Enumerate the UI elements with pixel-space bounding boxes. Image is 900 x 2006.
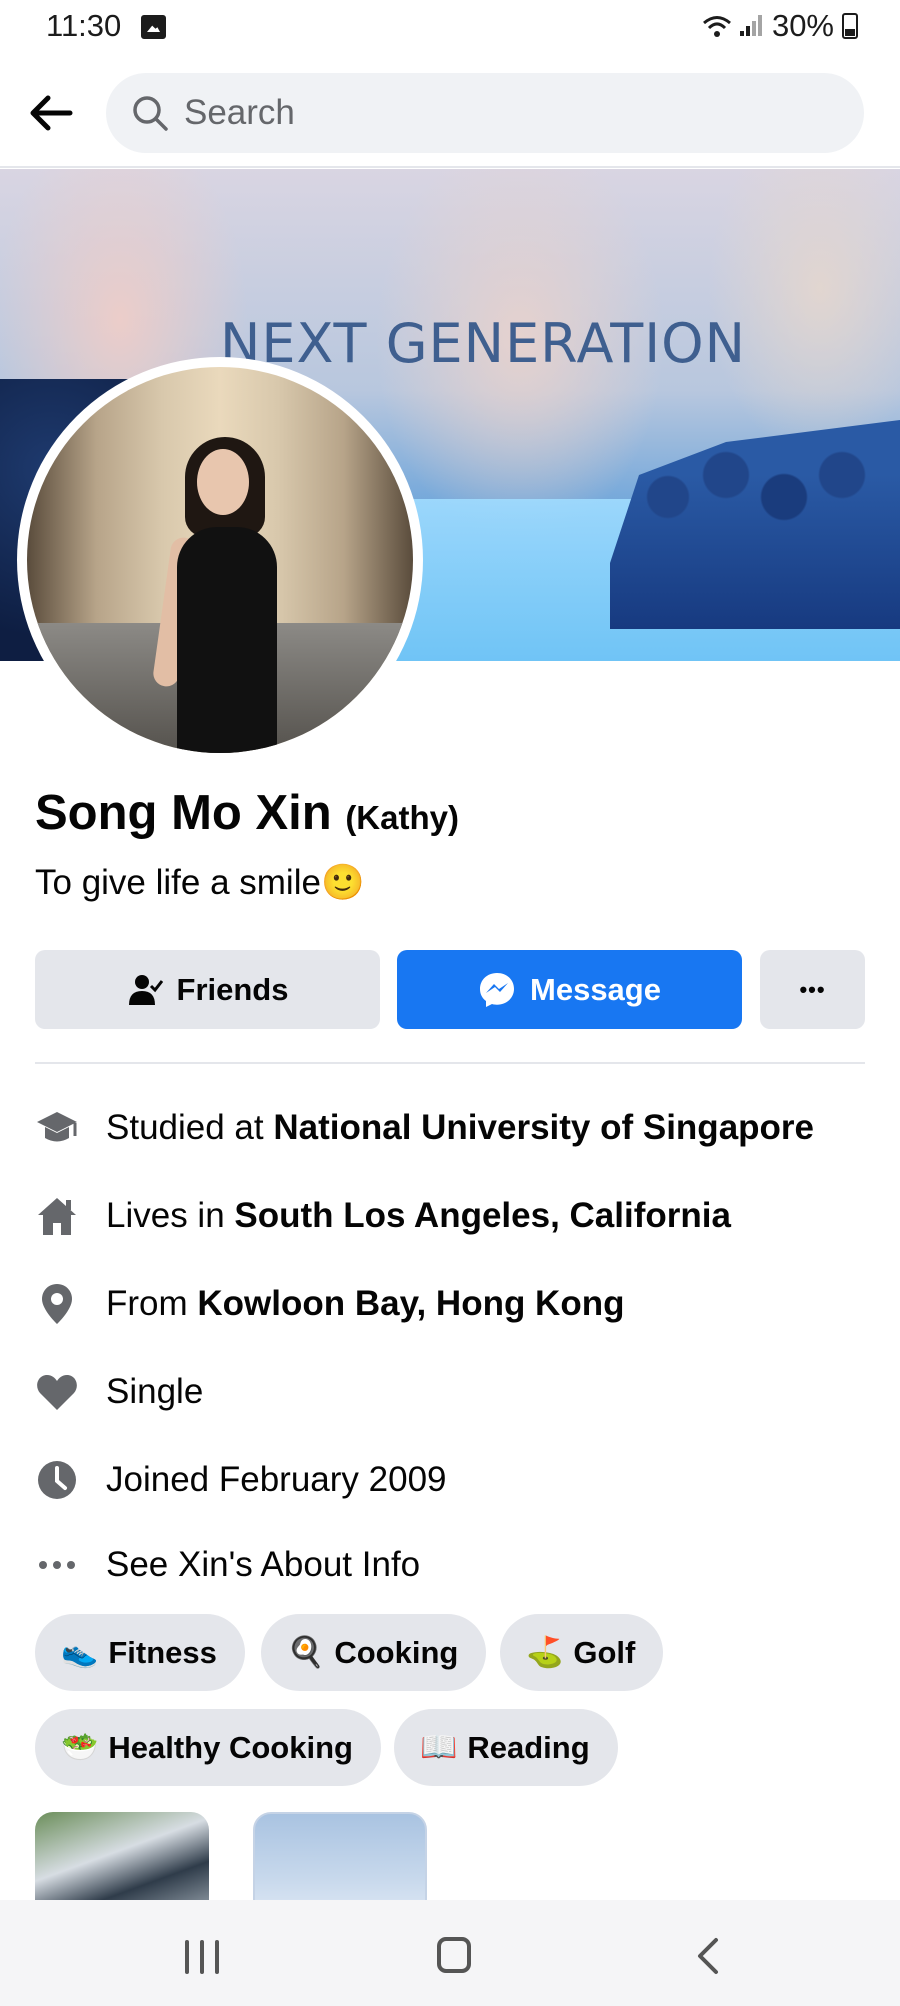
- profile-name: Song Mo Xin (Kathy): [35, 785, 459, 841]
- detail-lives-in[interactable]: Lives in South Los Angeles, California: [0, 1186, 900, 1246]
- book-icon: 📖: [420, 1730, 458, 1765]
- detail-joined[interactable]: Joined February 2009: [0, 1450, 900, 1510]
- interest-chip-reading[interactable]: 📖 Reading: [394, 1709, 618, 1786]
- profile-nickname: (Kathy): [345, 799, 459, 836]
- profile-bio: To give life a smile🙂: [35, 863, 365, 902]
- interest-label: Fitness: [108, 1634, 217, 1670]
- wifi-icon: [702, 16, 731, 37]
- more-options-button[interactable]: •••: [760, 950, 865, 1029]
- detail-joined-text: Joined February 2009: [106, 1460, 447, 1499]
- golf-flag-icon: ⛳: [526, 1635, 564, 1670]
- detail-from[interactable]: From Kowloon Bay, Hong Kong: [0, 1274, 900, 1334]
- graduation-cap-icon: [34, 1105, 80, 1151]
- detail-relationship[interactable]: Single: [0, 1362, 900, 1422]
- cover-audience-right: [610, 420, 900, 629]
- friends-button[interactable]: Friends: [35, 950, 380, 1029]
- message-button-label: Message: [530, 971, 661, 1007]
- frying-pan-icon: 🍳: [287, 1635, 325, 1670]
- battery-icon: [842, 13, 858, 39]
- status-time: 11:30: [46, 8, 122, 43]
- detail-relationship-text: Single: [106, 1372, 204, 1411]
- cover-title: NEXT GENERATION: [220, 312, 747, 375]
- gallery-notification-icon: [141, 15, 166, 39]
- detail-education[interactable]: Studied at National University of Singap…: [0, 1098, 900, 1158]
- salad-icon: 🥗: [61, 1730, 99, 1765]
- status-bar: 11:30 30%: [0, 0, 900, 56]
- interest-label: Reading: [467, 1729, 590, 1765]
- see-about-info[interactable]: See Xin's About Info: [0, 1535, 900, 1595]
- interest-label: Golf: [573, 1634, 636, 1670]
- clock-icon: [34, 1457, 80, 1503]
- interest-chip-cooking[interactable]: 🍳 Cooking: [261, 1614, 487, 1691]
- detail-lives-in-text: Lives in South Los Angeles, California: [106, 1196, 731, 1235]
- signal-icon: [739, 14, 764, 38]
- interest-label: Healthy Cooking: [108, 1729, 353, 1765]
- sneaker-icon: 👟: [61, 1635, 99, 1670]
- detail-from-text: From Kowloon Bay, Hong Kong: [106, 1284, 625, 1323]
- back-arrow-icon[interactable]: [26, 88, 76, 138]
- messenger-icon: [480, 972, 515, 1007]
- nav-back-icon[interactable]: [690, 1936, 730, 1976]
- friends-icon: [128, 974, 163, 1005]
- interest-chip-golf[interactable]: ⛳ Golf: [500, 1614, 664, 1691]
- home-button-icon[interactable]: [437, 1937, 471, 1973]
- system-nav-bar: [0, 1900, 900, 2006]
- interest-chip-fitness[interactable]: 👟 Fitness: [35, 1614, 245, 1691]
- divider: [35, 1062, 865, 1064]
- detail-education-text: Studied at National University of Singap…: [106, 1108, 814, 1147]
- status-indicators: 30%: [702, 8, 858, 44]
- see-about-info-text: See Xin's About Info: [106, 1545, 421, 1584]
- home-icon: [34, 1193, 80, 1239]
- friends-button-label: Friends: [176, 971, 289, 1007]
- more-dots-icon: [34, 1542, 80, 1588]
- top-bar: [0, 56, 900, 168]
- interest-chip-healthy-cooking[interactable]: 🥗 Healthy Cooking: [35, 1709, 381, 1786]
- search-icon: [133, 96, 168, 131]
- avatar-photo: [27, 367, 413, 753]
- interest-label: Cooking: [334, 1634, 459, 1670]
- profile-avatar[interactable]: [17, 357, 423, 763]
- recent-apps-icon[interactable]: [185, 1940, 221, 1974]
- profile-name-text: Song Mo Xin: [35, 786, 332, 840]
- search-bar[interactable]: [106, 73, 864, 153]
- battery-percent: 30%: [771, 8, 834, 43]
- search-input[interactable]: [184, 73, 844, 153]
- message-button[interactable]: Message: [397, 950, 742, 1029]
- more-dots-icon: •••: [799, 976, 826, 1002]
- heart-icon: [34, 1369, 80, 1415]
- location-pin-icon: [34, 1281, 80, 1327]
